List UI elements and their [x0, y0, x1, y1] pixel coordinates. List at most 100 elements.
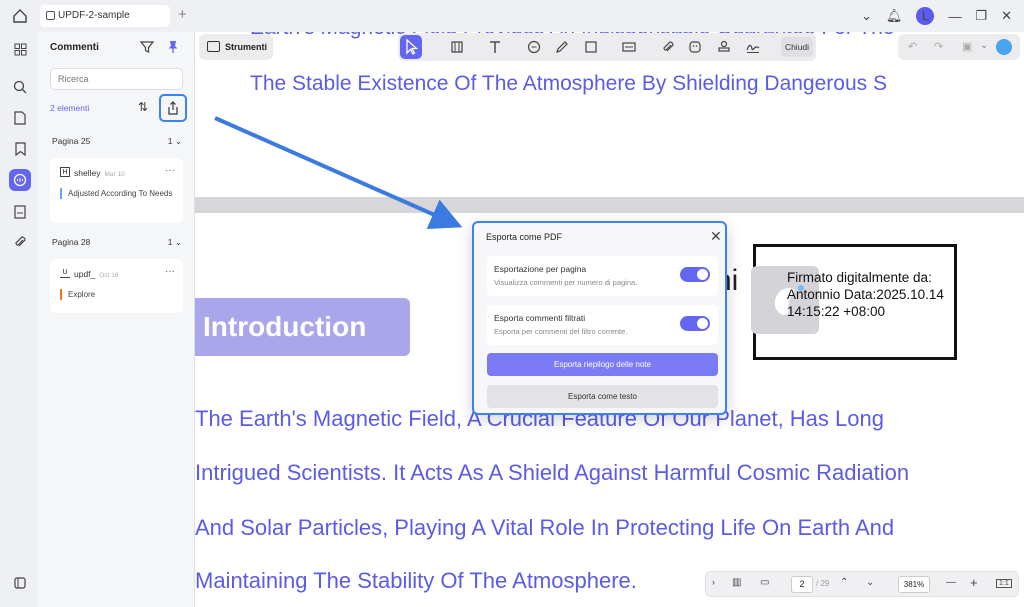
export-dialog: Esporta come PDF ✕ Esportazione per pagi… — [472, 221, 727, 415]
stamp-area-tool-icon[interactable] — [622, 40, 636, 54]
cursor-icon — [406, 38, 419, 55]
restore-button[interactable]: ❐ — [975, 8, 987, 24]
comment-count: 2 elementi — [50, 103, 90, 113]
page-separator — [195, 197, 1024, 213]
form-icon[interactable] — [9, 201, 31, 223]
panel-title: Commenti — [50, 42, 99, 53]
tab-title: UPDF-2-sample — [58, 10, 130, 21]
page-group-label: Pagina 25 — [52, 136, 91, 146]
select-tool-button[interactable] — [400, 35, 422, 59]
actual-size-button[interactable]: 1:1 — [996, 579, 1012, 588]
comment-date: Mar 10 — [104, 171, 125, 178]
window-controls: ⌄ 🔔︎ L — ❐ ✕ — [847, 0, 1024, 32]
chevron-down-icon[interactable]: ⌄ — [866, 577, 874, 588]
shape-tool-icon[interactable] — [584, 40, 598, 54]
more-options-icon[interactable]: ··· — [165, 165, 175, 176]
attachment-icon[interactable] — [9, 231, 31, 253]
option-export-filtered: Esporta commenti filtrati Esporta per co… — [487, 305, 718, 345]
search-input[interactable] — [50, 68, 183, 90]
comment-author: updf_ — [74, 269, 96, 279]
tools-button[interactable]: Strumenti — [199, 34, 273, 60]
zoom-out-icon[interactable]: — — [946, 577, 956, 588]
page-icon[interactable] — [9, 107, 31, 129]
new-tab-button[interactable]: + — [178, 6, 187, 23]
comment-card[interactable]: U updf_ Oct 16 ··· Explore — [50, 259, 183, 313]
option-title: Esporta commenti filtrati — [494, 313, 586, 323]
panel-toggle-icon[interactable] — [9, 572, 31, 594]
doc-line-top: The Stable Existence Of The Atmosphere B… — [250, 72, 887, 95]
stamp-tool-icon[interactable] — [717, 40, 731, 54]
page-group-label: Pagina 28 — [52, 237, 91, 247]
intro-heading: Introduction — [195, 298, 410, 356]
minimize-button[interactable]: — — [948, 9, 961, 24]
chevron-down-icon[interactable]: ⌄ — [980, 40, 988, 51]
comment-date: Oct 16 — [99, 272, 119, 279]
export-button[interactable] — [159, 94, 187, 122]
export-filtered-toggle[interactable] — [680, 316, 710, 331]
option-subtitle: Visualizza commenti per numero di pagina… — [494, 278, 638, 287]
more-options-icon[interactable]: ··· — [165, 266, 175, 277]
chevron-up-icon[interactable]: ⌃ — [840, 577, 848, 588]
export-summary-button[interactable]: Esporta riepilogo delle note — [487, 353, 718, 376]
close-toolbar-button[interactable]: Chiudi — [781, 37, 813, 57]
redo-icon[interactable]: ↷ — [934, 40, 943, 53]
body-line: And Solar Particles, Playing A Vital Rol… — [195, 515, 895, 540]
presentation-icon[interactable]: ▭ — [760, 577, 769, 588]
page-group-header[interactable]: Pagina 28 1 ⌄ — [52, 237, 182, 247]
comment-card[interactable]: H shelley Mar 10 ··· Adjusted According T… — [50, 158, 183, 223]
filter-icon[interactable] — [140, 40, 154, 54]
share-export-icon — [168, 101, 178, 115]
bell-icon[interactable]: 🔔︎ — [886, 8, 903, 24]
sticker-tool-icon[interactable] — [688, 40, 702, 54]
ai-assistant-icon[interactable] — [996, 39, 1012, 55]
pin-icon[interactable] — [166, 40, 180, 54]
dialog-title: Esporta come PDF — [486, 232, 563, 242]
toolbox-icon — [207, 41, 220, 52]
thumbnails-icon[interactable] — [9, 38, 31, 60]
reading-mode-icon[interactable]: ▥ — [732, 577, 741, 588]
export-by-page-toggle[interactable] — [680, 267, 710, 282]
attachment-tool-icon[interactable] — [661, 40, 675, 54]
page-input[interactable]: 2 — [791, 576, 813, 593]
save-icon[interactable]: ▣ — [962, 40, 972, 53]
option-export-by-page: Esportazione per pagina Visualizza comme… — [487, 256, 718, 296]
tools-label: Strumenti — [225, 42, 268, 52]
chevron-down-icon[interactable]: ⌄ — [861, 8, 872, 24]
sort-icon[interactable]: ⇅ — [138, 100, 148, 114]
document-tab-icon — [46, 11, 55, 20]
comments-icon[interactable] — [9, 169, 31, 191]
avatar[interactable]: L — [916, 7, 935, 25]
option-subtitle: Esporta per commenti del filtro corrente… — [494, 327, 628, 336]
underline-comment-icon: U — [60, 268, 70, 278]
body-line: Intrigued Scientists. It Acts As A Shiel… — [195, 460, 910, 485]
chevron-down-icon: ⌄ — [174, 136, 182, 146]
undo-icon[interactable]: ↶ — [908, 40, 917, 53]
chevron-down-icon: ⌄ — [174, 237, 182, 247]
right-toolbar: ↶ ↷ ▣ ⌄ — [898, 34, 1020, 60]
text-tool-icon[interactable] — [488, 40, 502, 54]
pen-tool-icon[interactable] — [555, 40, 569, 54]
home-icon[interactable] — [12, 8, 28, 24]
page-group-header[interactable]: Pagina 25 1 ⌄ — [52, 136, 182, 146]
page-group-count: 1 — [167, 136, 173, 146]
close-window-button[interactable]: ✕ — [1001, 8, 1012, 24]
comment-author: shelley — [74, 168, 101, 178]
bookmark-icon[interactable] — [9, 138, 31, 160]
signature-tool-icon[interactable] — [746, 40, 760, 54]
document-tab[interactable]: UPDF-2-sample — [40, 5, 170, 27]
search-icon[interactable] — [9, 76, 31, 98]
page-total: / 29 — [816, 579, 830, 588]
chevron-right-icon[interactable]: › — [712, 577, 715, 587]
option-title: Esportazione per pagina — [494, 264, 587, 274]
zoom-level[interactable]: 381% — [898, 576, 930, 593]
annotation-toolbar: Chiudi — [398, 33, 816, 61]
comments-panel: Commenti 2 elementi ⇅ Pagina 25 1 ⌄ H sh… — [38, 32, 195, 607]
note-tool-icon[interactable] — [527, 40, 541, 54]
export-text-button[interactable]: Esporta come testo — [487, 385, 718, 408]
page-group-count: 1 — [167, 237, 173, 247]
bottom-bar: › ▥ ▭ 2 / 29 ⌃ ⌄ 381% — + 1:1 — [705, 571, 1019, 597]
comment-text: Explore — [60, 289, 176, 300]
highlight-tool-icon[interactable] — [450, 40, 464, 54]
close-icon[interactable]: ✕ — [710, 229, 722, 243]
zoom-in-icon[interactable]: + — [970, 575, 978, 590]
